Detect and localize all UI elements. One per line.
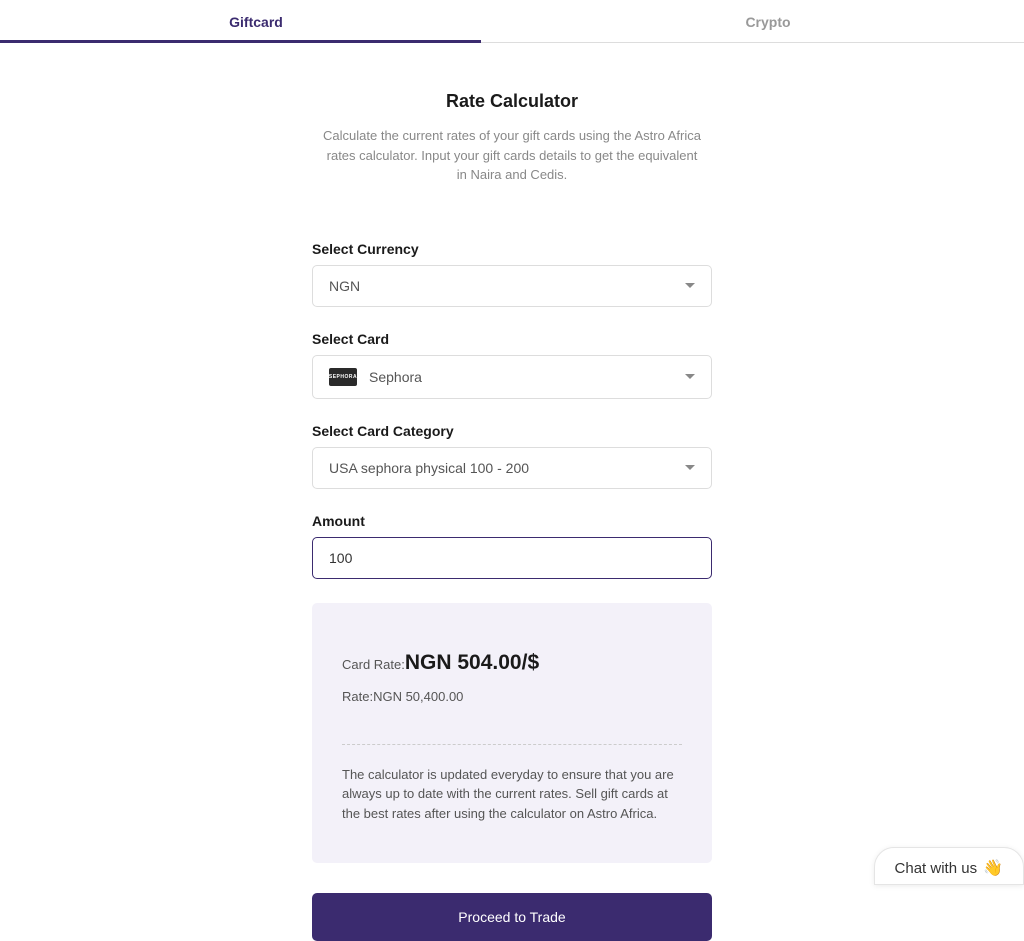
card-rate-value: NGN 504.00/$: [405, 651, 539, 674]
card-rate-label: Card Rate:: [342, 657, 405, 672]
page-subtitle: Calculate the current rates of your gift…: [322, 126, 702, 185]
category-label: Select Card Category: [312, 423, 712, 439]
tab-giftcard[interactable]: Giftcard: [0, 0, 512, 42]
chevron-down-icon: [685, 374, 695, 379]
amount-label: Amount: [312, 513, 712, 529]
tab-crypto[interactable]: Crypto: [512, 0, 1024, 42]
currency-select[interactable]: NGN: [312, 265, 712, 307]
proceed-button[interactable]: Proceed to Trade: [312, 893, 712, 941]
chat-label: Chat with us: [895, 860, 978, 877]
card-value: Sephora: [369, 369, 422, 385]
rate-value: NGN 50,400.00: [373, 689, 463, 704]
card-rate-row: Card Rate:NGN 504.00/$: [342, 651, 682, 675]
currency-value: NGN: [329, 278, 360, 294]
amount-input-wrapper[interactable]: [312, 537, 712, 579]
category-value: USA sephora physical 100 - 200: [329, 460, 529, 476]
wave-icon: 👋: [983, 858, 1003, 878]
disclaimer-text: The calculator is updated everyday to en…: [342, 765, 682, 824]
card-thumb-icon: SEPHORA: [329, 368, 357, 386]
main-container: Rate Calculator Calculate the current ra…: [172, 43, 852, 941]
chevron-down-icon: [685, 283, 695, 288]
result-card: Card Rate:NGN 504.00/$ Rate:NGN 50,400.0…: [312, 603, 712, 864]
rate-label: Rate:: [342, 689, 373, 704]
tab-underline: [0, 40, 481, 43]
card-select[interactable]: SEPHORA Sephora: [312, 355, 712, 399]
page-title: Rate Calculator: [312, 91, 712, 112]
card-label: Select Card: [312, 331, 712, 347]
chevron-down-icon: [685, 465, 695, 470]
amount-input[interactable]: [329, 550, 695, 566]
category-select[interactable]: USA sephora physical 100 - 200: [312, 447, 712, 489]
divider: [342, 744, 682, 745]
chat-widget[interactable]: Chat with us 👋: [874, 847, 1024, 885]
tabs-bar: Giftcard Crypto: [0, 0, 1024, 43]
rate-row: Rate:NGN 50,400.00: [342, 689, 682, 704]
currency-label: Select Currency: [312, 241, 712, 257]
